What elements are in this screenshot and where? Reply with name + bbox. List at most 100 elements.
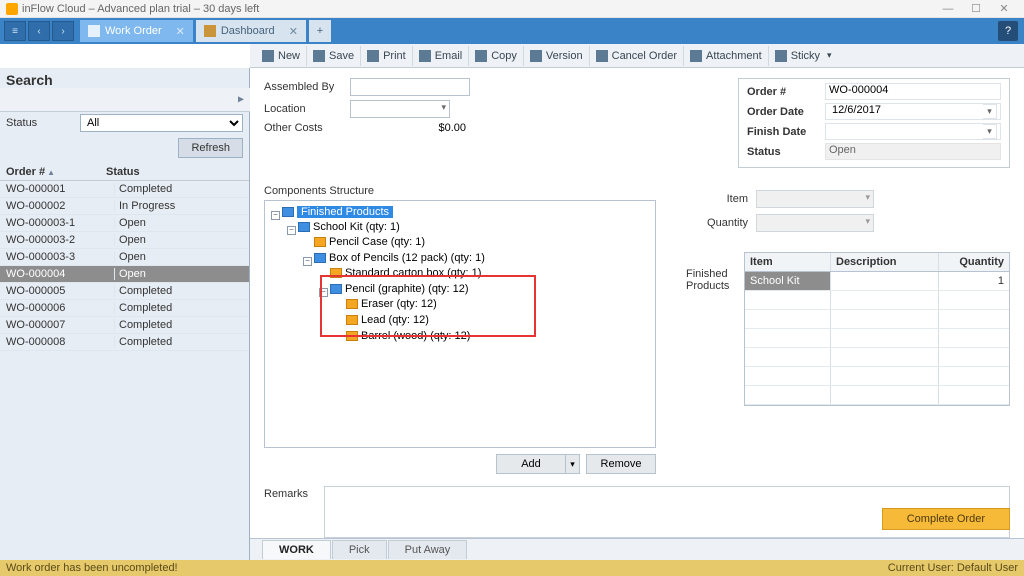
new-tab-button[interactable]: + (309, 20, 331, 42)
tab-work[interactable]: WORK (262, 540, 331, 559)
order-no-label: Order # (747, 86, 825, 98)
expander-icon[interactable]: − (287, 226, 296, 235)
version-button[interactable]: Version (524, 46, 590, 66)
tree-node[interactable]: Barrel (wood) (qty: 12) (361, 330, 470, 342)
order-list-item[interactable]: WO-000008Completed (0, 334, 249, 351)
tree-node[interactable]: Eraser (qty: 12) (361, 298, 437, 310)
components-tree[interactable]: −Finished Products −School Kit (qty: 1) … (264, 200, 656, 448)
expander-icon[interactable]: − (303, 257, 312, 266)
finish-date-field[interactable] (829, 124, 983, 139)
nav-back-button[interactable]: ‹ (28, 21, 50, 41)
col-status[interactable]: Status (106, 166, 243, 178)
order-date-field[interactable]: 12/6/2017 (829, 104, 983, 119)
status-label: Status (6, 117, 76, 129)
sticky-button[interactable]: Sticky▾ (769, 46, 838, 66)
status-field: Open (825, 143, 1001, 160)
other-costs-value[interactable]: $0.00 (350, 122, 470, 134)
components-header: Components Structure (264, 182, 656, 200)
help-button[interactable]: ? (998, 21, 1018, 41)
quantity-select[interactable] (756, 214, 874, 232)
search-sidebar: Search Work Order # Status All Refresh O… (0, 68, 250, 560)
refresh-button[interactable]: Refresh (178, 138, 243, 158)
order-date-label: Order Date (747, 106, 825, 118)
order-list-item[interactable]: WO-000003-3Open (0, 249, 249, 266)
table-row[interactable] (745, 348, 1009, 367)
col-desc[interactable]: Description (831, 253, 939, 271)
table-row[interactable]: School Kit1 (745, 272, 1009, 291)
col-item[interactable]: Item (745, 253, 831, 271)
tree-root[interactable]: Finished Products (297, 206, 393, 218)
col-qty[interactable]: Quantity (939, 253, 1009, 271)
tab-putaway[interactable]: Put Away (388, 540, 468, 559)
save-button[interactable]: Save (307, 46, 361, 66)
close-icon[interactable]: ✕ (176, 25, 185, 38)
copy-icon (475, 50, 487, 62)
folder-icon (314, 237, 326, 247)
order-list-item[interactable]: WO-000007Completed (0, 317, 249, 334)
location-select[interactable] (350, 100, 450, 118)
tab-work-order[interactable]: Work Order ✕ (80, 20, 193, 42)
tab-label: Work Order (105, 25, 162, 37)
quantity-label: Quantity (686, 217, 756, 229)
date-picker-icon[interactable]: ▾ (983, 104, 997, 119)
cancel-order-button[interactable]: Cancel Order (590, 46, 684, 66)
order-no-field[interactable]: WO-000004 (825, 83, 1001, 100)
close-button[interactable]: ✕ (990, 2, 1018, 15)
new-icon (262, 50, 274, 62)
tree-node[interactable]: Lead (qty: 12) (361, 314, 429, 326)
main-panel: Assembled By Location Other Costs$0.00 O… (250, 68, 1024, 560)
finished-products-table[interactable]: Item Description Quantity School Kit1 (744, 252, 1010, 406)
table-row[interactable] (745, 386, 1009, 405)
table-row[interactable] (745, 329, 1009, 348)
close-icon[interactable]: ✕ (289, 25, 298, 38)
tree-node[interactable]: School Kit (qty: 1) (313, 221, 400, 233)
folder-icon (314, 253, 326, 263)
date-picker-icon[interactable]: ▾ (983, 124, 997, 139)
tab-dashboard[interactable]: Dashboard ✕ (196, 20, 306, 42)
collapse-sidebar-icon[interactable]: ▶ (238, 94, 244, 105)
remove-button[interactable]: Remove (586, 454, 656, 474)
expander-icon[interactable]: − (319, 288, 328, 297)
nav-forward-button[interactable]: › (52, 21, 74, 41)
table-row[interactable] (745, 310, 1009, 329)
current-user: Current User: Default User (888, 562, 1018, 574)
complete-order-button[interactable]: Complete Order (882, 508, 1010, 530)
tree-node[interactable]: Standard carton box (qty: 1) (345, 267, 481, 279)
table-row[interactable] (745, 291, 1009, 310)
print-icon (367, 50, 379, 62)
item-select[interactable] (756, 190, 874, 208)
tree-node[interactable]: Pencil (graphite) (qty: 12) (345, 283, 469, 295)
expander-icon[interactable]: − (271, 211, 280, 220)
assembled-by-input[interactable] (350, 78, 470, 96)
menu-button[interactable]: ≡ (4, 21, 26, 41)
tree-node[interactable]: Box of Pencils (12 pack) (qty: 1) (329, 252, 485, 264)
order-info-box: Order #WO-000004 Order Date12/6/2017▾ Fi… (738, 78, 1010, 168)
maximize-button[interactable]: ☐ (962, 2, 990, 15)
minimize-button[interactable]: — (934, 3, 962, 15)
col-order[interactable]: Order # (6, 166, 45, 178)
order-list-item[interactable]: WO-000001Completed (0, 181, 249, 198)
new-button[interactable]: New (256, 46, 307, 66)
copy-button[interactable]: Copy (469, 46, 524, 66)
tree-node[interactable]: Pencil Case (qty: 1) (329, 236, 425, 248)
order-list-item[interactable]: WO-000002In Progress (0, 198, 249, 215)
cancel-icon (596, 50, 608, 62)
status-label: Status (747, 146, 825, 158)
order-list-item[interactable]: WO-000003-2Open (0, 232, 249, 249)
status-select[interactable]: All (80, 114, 243, 132)
order-list-item[interactable]: WO-000003-1Open (0, 215, 249, 232)
finished-products-label: FinishedProducts (686, 242, 738, 292)
order-list-item[interactable]: WO-000005Completed (0, 283, 249, 300)
tab-pick[interactable]: Pick (332, 540, 387, 559)
attachment-button[interactable]: Attachment (684, 46, 769, 66)
email-button[interactable]: Email (413, 46, 470, 66)
table-row[interactable] (745, 367, 1009, 386)
print-button[interactable]: Print (361, 46, 413, 66)
order-list[interactable]: WO-000001CompletedWO-000002In ProgressWO… (0, 181, 249, 560)
add-button[interactable]: Add (496, 454, 566, 474)
work-order-icon (88, 25, 100, 37)
order-list-item[interactable]: WO-000004Open (0, 266, 249, 283)
add-dropdown-icon[interactable]: ▾ (566, 454, 580, 474)
main-toolbar: New Save Print Email Copy Version Cancel… (250, 44, 1024, 68)
order-list-item[interactable]: WO-000006Completed (0, 300, 249, 317)
